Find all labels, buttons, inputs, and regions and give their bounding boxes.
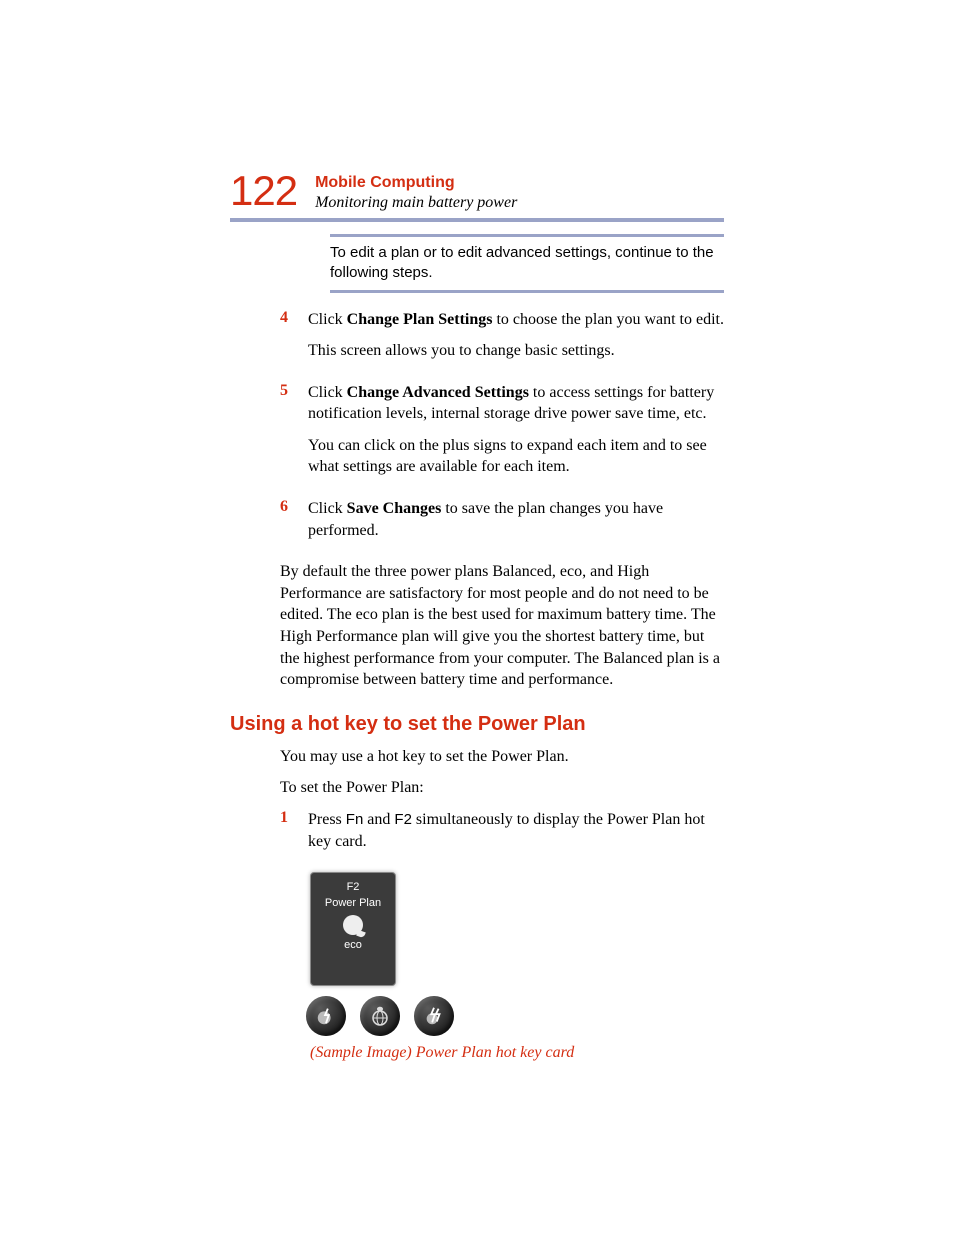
figure-caption: (Sample Image) Power Plan hot key card — [310, 1044, 724, 1062]
callout-box: To edit a plan or to edit advanced setti… — [330, 234, 724, 293]
step-6: 6 Click Save Changes to save the plan ch… — [280, 498, 724, 551]
header-rule — [230, 218, 724, 222]
chapter-title: Mobile Computing — [315, 174, 517, 192]
plan-icon-row — [306, 996, 724, 1036]
plan-icon-balanced — [306, 996, 346, 1036]
body-paragraph-2: You may use a hot key to set the Power P… — [280, 746, 724, 768]
power-plan-card: F2 Power Plan eco — [310, 872, 396, 986]
step-body: Click Save Changes to save the plan chan… — [308, 498, 724, 551]
step-number: 6 — [280, 498, 292, 551]
step-5: 5 Click Change Advanced Settings to acce… — [280, 382, 724, 488]
page-header: 122 Mobile Computing Monitoring main bat… — [230, 170, 724, 212]
step-body: Press Fn and F2 simultaneously to displa… — [308, 809, 724, 862]
numbered-steps-a: 4 Click Change Plan Settings to choose t… — [280, 309, 724, 552]
card-mode-label: eco — [344, 939, 362, 951]
sphere-double-lightning-icon — [423, 1005, 445, 1027]
key-fn: Fn — [346, 811, 364, 828]
plan-icon-eco — [360, 996, 400, 1036]
callout-text: To edit a plan or to edit advanced setti… — [330, 243, 724, 284]
step-text-prefix: Click — [308, 311, 347, 328]
manual-page: 122 Mobile Computing Monitoring main bat… — [0, 0, 954, 1235]
step-1: 1 Press Fn and F2 simultaneously to disp… — [280, 809, 724, 862]
header-texts: Mobile Computing Monitoring main battery… — [315, 170, 517, 212]
figure-power-plan-card: F2 Power Plan eco — [310, 872, 724, 1036]
card-key-label: F2 — [347, 881, 360, 893]
plan-icon-high-perf — [414, 996, 454, 1036]
card-title: Power Plan — [325, 897, 381, 909]
step-text-prefix: Press — [308, 811, 346, 828]
step-text-followup: This screen allows you to change basic s… — [308, 340, 724, 362]
step-text-bold: Save Changes — [347, 500, 442, 517]
section-title: Monitoring main battery power — [315, 194, 517, 212]
step-4: 4 Click Change Plan Settings to choose t… — [280, 309, 724, 372]
step-number: 1 — [280, 809, 292, 862]
step-text-followup: You can click on the plus signs to expan… — [308, 435, 724, 478]
numbered-steps-b: 1 Press Fn and F2 simultaneously to disp… — [280, 809, 724, 862]
step-body: Click Change Advanced Settings to access… — [308, 382, 724, 488]
page-number: 122 — [230, 170, 297, 212]
globe-leaf-icon — [368, 1004, 392, 1028]
section-heading-hotkey: Using a hot key to set the Power Plan — [230, 713, 724, 736]
step-text-suffix: to choose the plan you want to edit. — [492, 311, 724, 328]
step-text-bold: Change Advanced Settings — [347, 384, 529, 401]
eco-leaf-icon — [343, 915, 363, 935]
step-text-prefix: Click — [308, 500, 347, 517]
callout-rule-top — [330, 234, 724, 237]
body-paragraph-1: By default the three power plans Balance… — [280, 561, 724, 691]
body-paragraph-3: To set the Power Plan: — [280, 777, 724, 799]
step-number: 5 — [280, 382, 292, 488]
step-number: 4 — [280, 309, 292, 372]
step-text-prefix: Click — [308, 384, 347, 401]
step-text-mid: and — [363, 811, 394, 828]
step-body: Click Change Plan Settings to choose the… — [308, 309, 724, 372]
key-f2: F2 — [394, 811, 412, 828]
sphere-lightning-icon — [315, 1005, 337, 1027]
callout-rule-bottom — [330, 290, 724, 293]
step-text-bold: Change Plan Settings — [347, 311, 493, 328]
